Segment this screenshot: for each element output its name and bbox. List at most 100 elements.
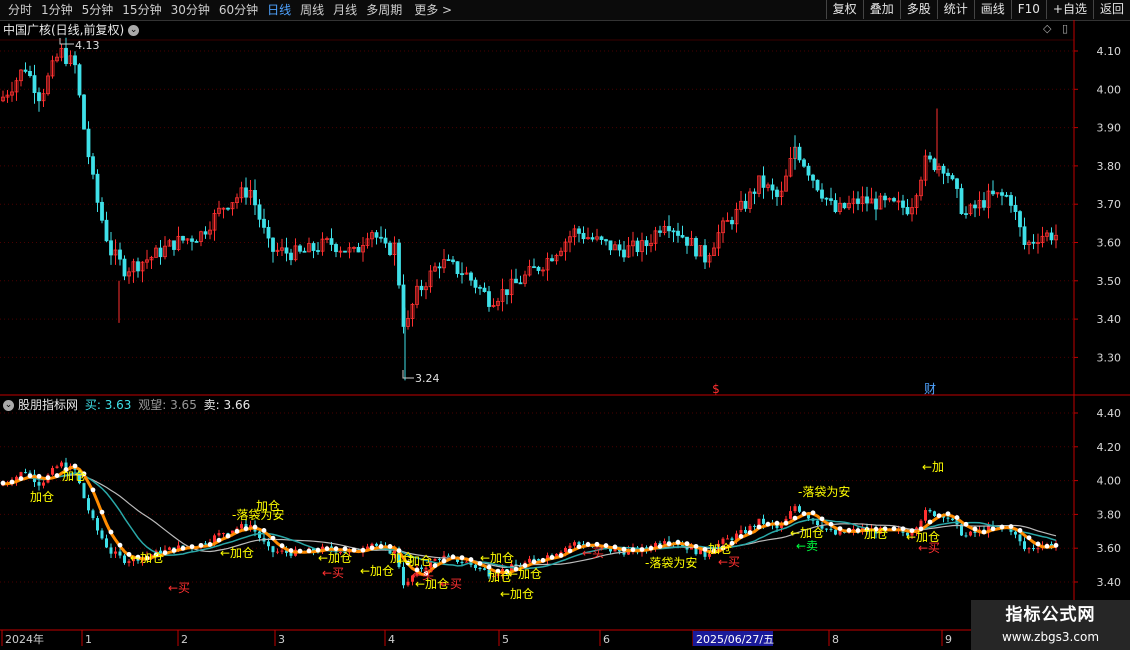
candle-body (181, 235, 185, 241)
candle-body (23, 69, 28, 72)
signal-dot (666, 541, 672, 547)
signal-dot (1026, 535, 1032, 541)
candle-body (676, 230, 680, 236)
candle-body (383, 237, 388, 244)
candle-body (608, 240, 613, 251)
candle-body (658, 230, 662, 233)
candle-body (329, 238, 334, 245)
candle-body (933, 511, 936, 517)
watermark: 指标公式网 www.zbgs3.com (971, 600, 1130, 650)
candle-body (217, 533, 221, 536)
candle-body (901, 200, 905, 208)
candle-body (816, 520, 819, 526)
candle-body (856, 198, 860, 204)
signal-dot (990, 526, 996, 532)
signal-annotation: 加仓 (62, 469, 86, 483)
candle-body (460, 561, 464, 563)
candle-body (190, 238, 194, 242)
candle-body (253, 190, 257, 206)
candle-body (924, 510, 927, 521)
candle-body (28, 70, 32, 77)
candle-body (289, 252, 293, 261)
candle-body (730, 538, 734, 540)
candle-body (402, 566, 405, 586)
signal-dot (99, 509, 105, 515)
candle-body (105, 538, 108, 548)
signal-dot (747, 530, 753, 535)
signal-dot (819, 516, 825, 522)
signal-dot (972, 526, 978, 532)
candle-body (703, 245, 707, 263)
candle-body (42, 482, 45, 486)
signal-dot (954, 515, 960, 520)
signal-dot (72, 463, 78, 469)
signal-dot (810, 510, 816, 516)
candle-body (951, 518, 954, 521)
candle-body (663, 541, 666, 544)
candle-body (730, 220, 734, 225)
candle-body (19, 472, 23, 477)
signal-annotation: ←买 (322, 566, 344, 580)
candle-body (244, 187, 248, 198)
signal-dot (180, 545, 186, 551)
y-tick-label: 3.50 (1097, 275, 1122, 288)
candle-body (568, 545, 572, 549)
candle-body (762, 518, 765, 524)
candle-body (100, 530, 104, 539)
signal-dot (486, 564, 492, 570)
candle-body (104, 219, 109, 242)
candle-body (1022, 226, 1027, 245)
candle-body (123, 555, 126, 563)
signal-dot (846, 527, 852, 533)
signal-annotation: -落袋为安 (645, 555, 697, 570)
signal-dot (306, 548, 312, 554)
candle-body (842, 202, 847, 209)
candle-body (1031, 241, 1036, 244)
signal-dot (738, 534, 744, 539)
candle-body (397, 242, 401, 286)
candle-body (964, 213, 968, 215)
signal-annotation: ←加仓 (508, 567, 542, 581)
signal-dot (531, 559, 537, 565)
signal-dot (27, 473, 33, 479)
signal-dot (279, 543, 285, 549)
candle-body (550, 258, 554, 262)
signal-annotation: ←加 (922, 460, 944, 474)
signal-dot (1035, 541, 1041, 547)
candle-body (109, 547, 113, 554)
candle-body (203, 231, 208, 235)
candle-body (617, 244, 622, 251)
signal-dot (1044, 543, 1050, 549)
candle-body (680, 235, 685, 238)
candle-body (226, 207, 230, 210)
candle-body (55, 466, 59, 469)
kline-chart[interactable]: 4.10 4.00 3.90 3.80 3.70 3.60 3.50 3.40 3.30 4.40… (0, 0, 1130, 650)
candle-body (991, 190, 995, 195)
signal-annotation: ←加仓 (220, 546, 254, 560)
candle-body (820, 189, 824, 199)
candle-body (905, 206, 910, 215)
candle-body (82, 94, 86, 130)
candle-body (892, 198, 896, 202)
signal-dot (189, 544, 195, 550)
y-tick-label: 3.40 (1097, 313, 1122, 326)
signal-annotation: 加仓 (708, 542, 732, 556)
signal-dot (891, 526, 897, 532)
signal-dot (207, 542, 213, 547)
signal-annotation: ←买 (440, 577, 462, 591)
candle-body (469, 272, 473, 281)
candle-body (982, 200, 986, 208)
y-tick-label: 3.70 (1097, 198, 1122, 211)
candle-body (298, 245, 302, 252)
signal-annotation: ←加仓 (360, 564, 394, 578)
y-tick-label: 3.60 (1097, 542, 1122, 555)
candle-body (834, 529, 837, 535)
candle-body (824, 197, 829, 200)
candle-body (528, 558, 531, 563)
candle-body (770, 184, 775, 191)
signal-dot (936, 513, 942, 519)
signal-dot (198, 542, 204, 548)
signal-annotation: ←加仓 (480, 551, 514, 565)
candle-body (460, 273, 464, 276)
candle-body (955, 178, 959, 189)
